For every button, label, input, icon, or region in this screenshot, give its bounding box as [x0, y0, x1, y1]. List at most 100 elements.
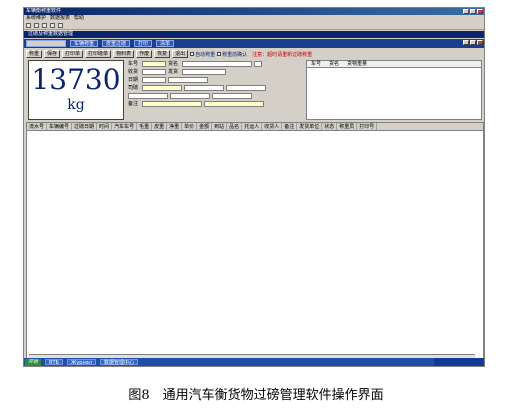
tab-print[interactable]: 打印 [134, 40, 153, 47]
tab-selector[interactable] [26, 40, 66, 47]
start-button[interactable]: 开始 [25, 358, 42, 366]
tare-field[interactable] [184, 84, 224, 91]
restore-button[interactable]: 恢复 [154, 50, 171, 58]
shipper-field[interactable] [182, 68, 226, 75]
save-button[interactable]: 保存 [44, 50, 61, 58]
form-row: 收货 发货 [128, 68, 302, 75]
column-header[interactable]: 皮重 [152, 123, 168, 130]
column-header[interactable]: 打印号 [357, 123, 378, 130]
inner-title: 过磅及称重数据管理 [24, 31, 484, 38]
weight-unit: kg [67, 97, 85, 113]
recent-records-table: 车号 货名 货物重量 [306, 60, 482, 120]
taskbar-item[interactable]: ВТБ [45, 359, 63, 366]
close-button[interactable] [477, 9, 483, 14]
child-maximize-button[interactable] [470, 40, 476, 45]
column-header[interactable]: 品名 [227, 123, 243, 130]
weight-display: 13730 kg [28, 60, 124, 120]
recent-records-header: 车号 货名 货物重量 [307, 61, 481, 68]
column-header[interactable]: 托运人 [242, 123, 263, 130]
column-header[interactable]: 单价 [182, 123, 198, 130]
material-button[interactable]: 物料表 [113, 50, 135, 58]
figure-caption: 图8 通用汽车衡货物过磅管理软件操作界面 [128, 388, 384, 403]
weighing-form: 车号 货名 收货 发货 日期 司磅 备注 [128, 60, 302, 120]
column-header[interactable]: 状态 [322, 123, 338, 130]
menu-item[interactable]: 系统维护 [26, 15, 46, 22]
goods-dropdown[interactable] [254, 60, 262, 67]
weight-value: 13730 [31, 63, 121, 96]
column-header[interactable]: 车辆编号 [47, 123, 73, 130]
form-label: 备注 [128, 101, 139, 107]
auto-weigh-checkbox[interactable]: 自动称重 [190, 51, 215, 58]
form-row: 车号 货名 [128, 60, 302, 67]
date-field[interactable] [142, 76, 166, 83]
save-icon[interactable] [42, 23, 47, 28]
column-header[interactable]: 到站 [212, 123, 228, 130]
operation-bar: 称重 保存 打印单 打印磅单 物料表 作废 恢复 退出 自动称重 称重前确认 注… [24, 49, 484, 59]
form-label: 车号 [128, 61, 139, 67]
column-header[interactable]: 金额 [197, 123, 213, 130]
form-row: 日期 [128, 76, 302, 83]
column-header[interactable]: 称重员 [337, 123, 358, 130]
tab-strip: 车辆称重 皮重过磅 打印 清单 [24, 39, 484, 48]
auto-weigh-label: 自动称重 [195, 51, 216, 58]
open-icon[interactable] [34, 23, 39, 28]
column-header[interactable]: 净重 [167, 123, 183, 130]
receiver-field[interactable] [142, 68, 166, 75]
remarks-field-2[interactable] [204, 100, 264, 107]
remarks-field[interactable] [142, 100, 202, 107]
column-header[interactable]: 汽车车号 [112, 123, 138, 130]
menu-bar: 系统维护 数据报表 帮助 [24, 15, 484, 22]
toolbar [24, 22, 484, 30]
column-header: 车号 [311, 61, 322, 67]
minimize-button[interactable] [463, 9, 469, 14]
tab-weighing[interactable]: 车辆称重 [70, 40, 99, 47]
form-label: 货名 [168, 61, 179, 67]
tab-list[interactable]: 清单 [156, 40, 175, 47]
help-icon[interactable] [58, 23, 63, 28]
system-tray [434, 358, 484, 366]
form-label: 收货 [128, 69, 139, 75]
tab-tare[interactable]: 皮重过磅 [102, 40, 131, 47]
print-icon[interactable] [50, 23, 55, 28]
column-header[interactable]: 收货人 [262, 123, 283, 130]
extra-field[interactable] [128, 92, 168, 99]
extra-field[interactable] [170, 92, 210, 99]
child-minimize-button[interactable] [463, 40, 469, 45]
column-header[interactable]: 过磅日期 [72, 123, 98, 130]
exit-button[interactable]: 退出 [172, 50, 189, 58]
column-header[interactable]: 备注 [282, 123, 298, 130]
column-header[interactable]: 毛重 [137, 123, 153, 130]
column-header: 货物重量 [347, 61, 368, 67]
app-screen: 车辆衡称重软件 系统维护 数据报表 帮助 过磅及称重数据管理 车辆称重 皮重过磅… [23, 7, 485, 367]
notice-text: 注意：超时请重新过磅称重 [252, 51, 313, 58]
truck-number-field[interactable] [142, 60, 166, 67]
form-label: 发货 [168, 69, 179, 75]
net-field[interactable] [226, 84, 266, 91]
column-header: 货名 [329, 61, 340, 67]
child-close-button[interactable] [477, 40, 483, 45]
title-bar: 车辆衡称重软件 [24, 8, 484, 15]
time-field[interactable] [168, 76, 208, 83]
menu-item[interactable]: 数据报表 [50, 15, 70, 22]
grid-header: 流水号 车辆编号 过磅日期 时间 汽车车号 毛重 皮重 净重 单价 金额 到站 … [27, 123, 483, 131]
form-label: 日期 [128, 77, 139, 83]
goods-field[interactable] [182, 60, 252, 67]
form-row: 司磅 [128, 84, 302, 91]
column-header[interactable]: 时间 [97, 123, 113, 130]
taskbar-item[interactable]: 数据管理中心 [100, 359, 139, 366]
records-grid[interactable]: 流水号 车辆编号 过磅日期 时间 汽车车号 毛重 皮重 净重 单价 金额 到站 … [26, 122, 484, 360]
operator-field[interactable] [142, 84, 182, 91]
new-icon[interactable] [26, 23, 31, 28]
weigh-button[interactable]: 称重 [26, 50, 43, 58]
extra-field[interactable] [212, 92, 252, 99]
void-button[interactable]: 作废 [136, 50, 153, 58]
maximize-button[interactable] [470, 9, 476, 14]
taskbar-item[interactable]: Журнал [66, 359, 96, 366]
menu-item[interactable]: 帮助 [74, 15, 84, 22]
column-header[interactable]: 流水号 [27, 123, 48, 130]
print-weigh-ticket-button[interactable]: 打印磅单 [85, 50, 112, 58]
child-window-controls [463, 40, 483, 45]
print-slip-button[interactable]: 打印单 [62, 50, 84, 58]
confirm-checkbox[interactable]: 称重前确认 [217, 51, 247, 58]
column-header[interactable]: 发货单位 [297, 123, 323, 130]
